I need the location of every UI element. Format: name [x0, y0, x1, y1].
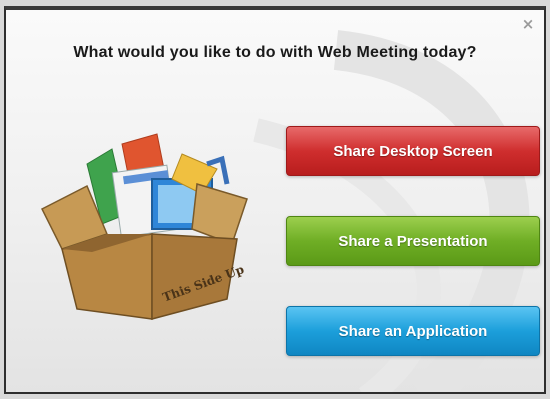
share-application-button[interactable]: Share an Application [286, 306, 540, 356]
share-presentation-button[interactable]: Share a Presentation [286, 216, 540, 266]
close-icon[interactable]: × [520, 16, 536, 32]
web-meeting-dialog: × What would you like to do with Web Mee… [4, 6, 546, 394]
cardboard-box-icon: This Side Up [40, 133, 248, 320]
dialog-title: What would you like to do with Web Meeti… [73, 44, 477, 61]
share-desktop-button[interactable]: Share Desktop Screen [286, 126, 540, 176]
